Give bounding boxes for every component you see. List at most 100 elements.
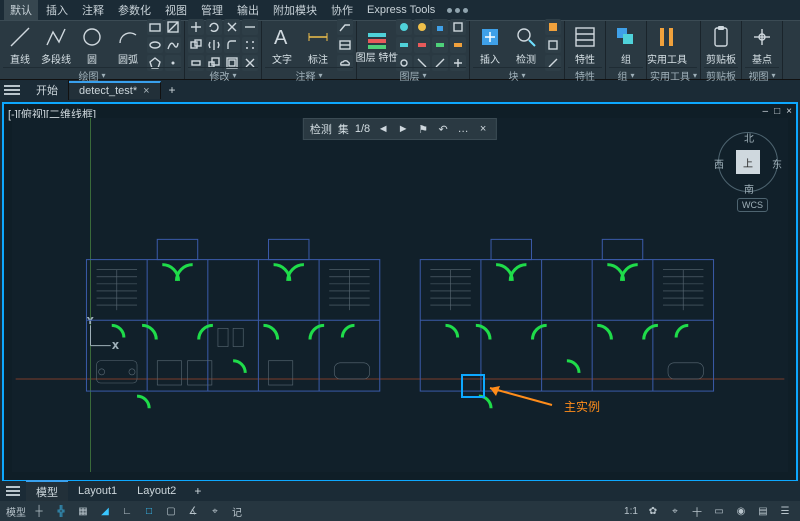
menu-item[interactable]: Express Tools [361, 2, 441, 18]
viewport[interactable]: 检测 集 1/8 ◄ ► ⚑ ↶ … × 上 北 南 东 西 WCS [12, 118, 788, 472]
layout-tab[interactable]: Layout1 [68, 483, 127, 499]
menu-item[interactable]: 附加模块 [267, 0, 323, 20]
menu-item[interactable]: 输出 [231, 0, 265, 20]
table-icon[interactable] [337, 37, 353, 53]
chevron-down-icon[interactable]: ▾ [318, 71, 322, 80]
rect-icon[interactable] [147, 19, 163, 35]
edit-block-icon[interactable] [545, 37, 561, 53]
chevron-down-icon[interactable]: ▾ [422, 71, 426, 80]
scale-button[interactable]: 1:1 [622, 503, 640, 519]
layer-uniso-icon[interactable] [414, 37, 430, 53]
chevron-down-icon[interactable]: ▾ [772, 71, 776, 80]
layout-tab[interactable]: 模型 [26, 480, 68, 502]
trim-icon[interactable] [224, 19, 240, 35]
circle-button[interactable]: 圆 [75, 23, 109, 67]
add-layout-button[interactable]: + [186, 482, 209, 500]
file-tab[interactable]: 开始 [26, 80, 69, 100]
layer-state-icon[interactable] [450, 37, 466, 53]
arc-button[interactable]: 圆弧 [111, 23, 145, 67]
move-icon[interactable] [188, 19, 204, 35]
isolate-icon[interactable]: ◉ [732, 503, 750, 519]
cleanscreen-icon[interactable]: ▤ [754, 503, 772, 519]
ortho-icon[interactable]: ▦ [74, 503, 92, 519]
rotate-icon[interactable] [206, 19, 222, 35]
chevron-down-icon[interactable]: ▾ [693, 71, 697, 80]
hatch-icon[interactable] [165, 19, 181, 35]
file-tab-label: 开始 [36, 85, 58, 97]
array-icon[interactable] [242, 37, 258, 53]
chevron-down-icon[interactable]: ▾ [630, 71, 634, 80]
leader-icon[interactable] [337, 19, 353, 35]
detect-label: 检测 [516, 51, 536, 66]
otrack-icon[interactable]: ▢ [162, 503, 180, 519]
close-icon[interactable]: × [786, 106, 792, 117]
chevron-down-icon[interactable]: ▾ [521, 71, 525, 80]
menu-item[interactable]: 默认 [4, 0, 38, 20]
layer-off-icon[interactable] [414, 19, 430, 35]
chevron-down-icon[interactable]: ▾ [232, 71, 236, 80]
layer-iso-icon[interactable] [396, 37, 412, 53]
polar-icon[interactable]: ◢ [96, 503, 114, 519]
transparency-icon[interactable]: ⌖ [206, 503, 224, 519]
menu-item[interactable]: 视图 [159, 0, 193, 20]
origin-label: 基点 [752, 51, 772, 66]
lineweight-icon[interactable]: ∡ [184, 503, 202, 519]
close-icon[interactable]: × [143, 85, 149, 97]
copy-icon[interactable] [188, 37, 204, 53]
text-button[interactable]: A 文字 [265, 23, 299, 67]
utilities-button[interactable]: 实用工具 [650, 23, 684, 67]
menu-item[interactable]: 注释 [76, 0, 110, 20]
extend-icon[interactable] [242, 19, 258, 35]
layout-tab[interactable]: Layout2 [127, 483, 186, 499]
layer-match-icon[interactable] [450, 19, 466, 35]
annotation-scale-icon[interactable]: ⌖ [666, 503, 684, 519]
dynamic-input-icon[interactable]: 记 [228, 503, 246, 519]
create-block-icon[interactable] [545, 19, 561, 35]
clipboard-button[interactable]: 剪贴板 [704, 23, 738, 67]
menu-item[interactable]: 协作 [325, 0, 359, 20]
fillet-icon[interactable] [224, 37, 240, 53]
new-tab-button[interactable]: + [161, 81, 184, 99]
insert-label: 插入 [480, 51, 500, 66]
dim-button[interactable]: 标注 [301, 23, 335, 67]
menu-item[interactable]: 管理 [195, 0, 229, 20]
menu-overflow-icon[interactable] [447, 8, 468, 13]
layer-props-button[interactable]: 图层 特性 [360, 23, 394, 67]
file-tab[interactable]: detect_test*× [69, 81, 161, 99]
detect-button[interactable]: 检测 [509, 23, 543, 67]
hamburger-icon[interactable] [4, 82, 20, 98]
status-model-label[interactable]: 模型 [6, 504, 26, 519]
monitor-icon[interactable]: ▭ [710, 503, 728, 519]
mirror-icon[interactable] [206, 37, 222, 53]
viewport-window-controls: – □ × [763, 106, 792, 117]
workspace-icon[interactable]: 十 [688, 503, 706, 519]
menu-bar: 默认 插入 注释 参数化 视图 管理 输出 附加模块 协作 Express To… [0, 0, 800, 20]
snap-icon[interactable]: ╬ [52, 503, 70, 519]
properties-button[interactable]: 特性 [568, 23, 602, 67]
maximize-icon[interactable]: □ [774, 106, 780, 117]
layer-freeze-icon[interactable] [396, 19, 412, 35]
menu-item[interactable]: 参数化 [112, 0, 157, 20]
layer-prev-icon[interactable] [432, 37, 448, 53]
polyline-label: 多段线 [41, 51, 71, 66]
chevron-down-icon[interactable]: ▾ [101, 71, 105, 80]
arc-label: 圆弧 [118, 51, 138, 66]
dim-label: 标注 [308, 51, 328, 66]
osnap-icon[interactable]: □ [140, 503, 158, 519]
group-button[interactable]: 组 [609, 23, 643, 67]
layer-lock-icon[interactable] [432, 19, 448, 35]
customize-icon[interactable]: ☰ [776, 503, 794, 519]
grid-icon[interactable]: ┼ [30, 503, 48, 519]
menu-item[interactable]: 插入 [40, 0, 74, 20]
gear-icon[interactable]: ✿ [644, 503, 662, 519]
isoplane-icon[interactable]: ∟ [118, 503, 136, 519]
minimize-icon[interactable]: – [763, 106, 769, 117]
spline-icon[interactable] [165, 37, 181, 53]
origin-button[interactable]: 基点 [745, 23, 779, 67]
hamburger-icon[interactable] [6, 486, 20, 496]
annotation-label: 主实例 [564, 398, 600, 415]
ellipse-icon[interactable] [147, 37, 163, 53]
polyline-button[interactable]: 多段线 [39, 23, 73, 67]
insert-button[interactable]: 插入 [473, 23, 507, 67]
line-button[interactable]: 直线 [3, 23, 37, 67]
